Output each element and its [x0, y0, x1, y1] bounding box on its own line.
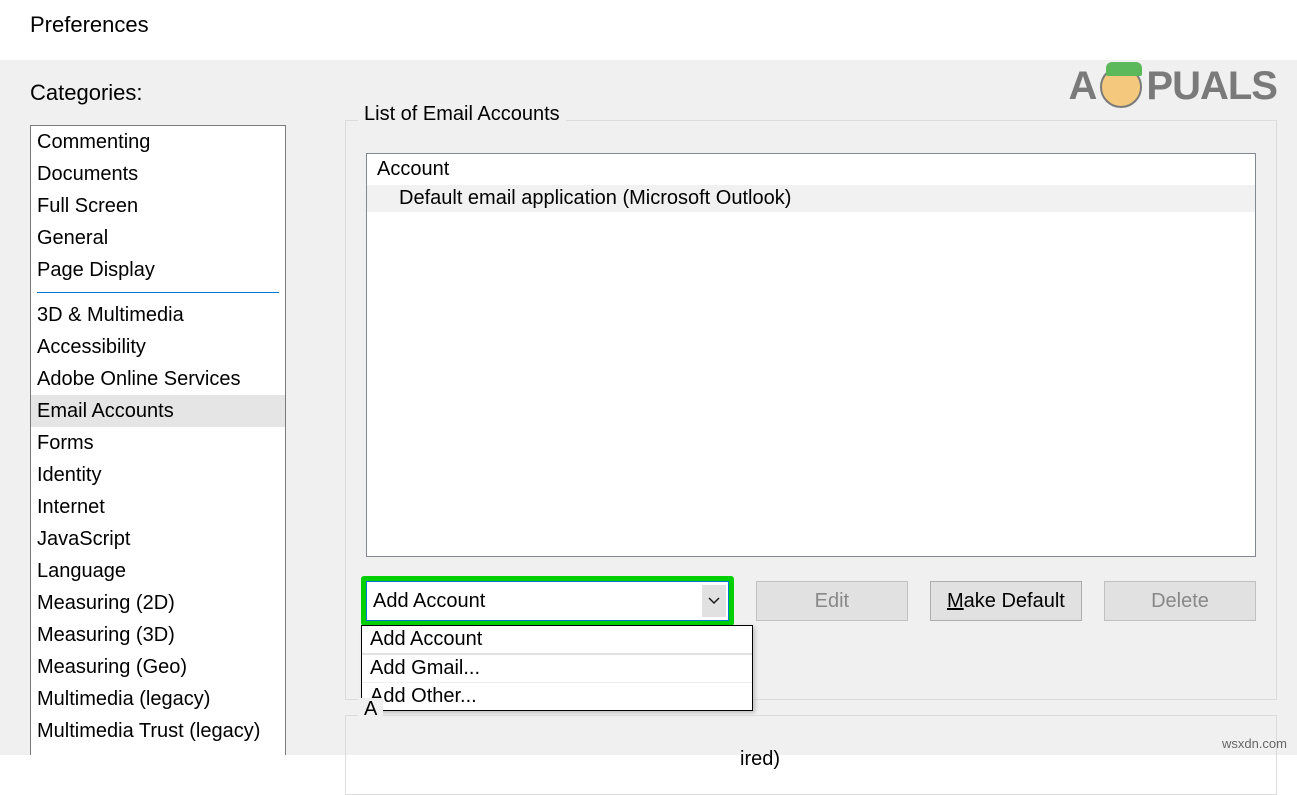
category-javascript[interactable]: JavaScript [31, 523, 285, 555]
second-groupbox: A ired) [345, 715, 1277, 795]
make-default-button[interactable]: Make Default [930, 581, 1082, 621]
category-measuring-3d[interactable]: Measuring (3D) [31, 619, 285, 651]
account-list-header: Account [367, 154, 1255, 185]
second-groupbox-label: A [358, 698, 383, 721]
category-full-screen[interactable]: Full Screen [31, 190, 285, 222]
window-title: Preferences [0, 0, 1297, 38]
button-row: Add Account Add Account Add Gmail... Add… [366, 581, 1256, 626]
add-account-popup[interactable]: Add Account Add Gmail... Add Other... [361, 625, 753, 711]
account-list[interactable]: Account Default email application (Micro… [366, 153, 1256, 557]
watermark-logo: A PUALS [1069, 64, 1277, 109]
category-page-display[interactable]: Page Display [31, 254, 285, 286]
add-account-highlight: Add Account Add Account Add Gmail... Add… [361, 576, 734, 626]
category-measuring-geo[interactable]: Measuring (Geo) [31, 651, 285, 683]
content-area: Categories: Commenting Documents Full Sc… [0, 60, 1297, 755]
dropdown-option-add-other[interactable]: Add Other... [362, 683, 752, 710]
chevron-down-icon[interactable] [702, 585, 726, 617]
watermark-post: PUALS [1146, 64, 1277, 109]
categories-label: Categories: [30, 80, 143, 106]
category-adobe-online[interactable]: Adobe Online Services [31, 363, 285, 395]
category-multimedia-legacy[interactable]: Multimedia (legacy) [31, 683, 285, 715]
email-accounts-groupbox: List of Email Accounts Account Default e… [345, 120, 1277, 700]
category-accessibility[interactable]: Accessibility [31, 331, 285, 363]
groupbox-label: List of Email Accounts [358, 103, 566, 126]
delete-button[interactable]: Delete [1104, 581, 1256, 621]
category-general[interactable]: General [31, 222, 285, 254]
edit-button[interactable]: Edit [756, 581, 908, 621]
watermark-head-icon [1100, 66, 1142, 108]
source-label: wsxdn.com [1222, 736, 1287, 751]
category-multimedia-trust-legacy[interactable]: Multimedia Trust (legacy) [31, 715, 285, 747]
watermark-pre: A [1069, 64, 1097, 109]
category-commenting[interactable]: Commenting [31, 126, 285, 158]
categories-listbox[interactable]: Commenting Documents Full Screen General… [30, 125, 286, 755]
add-account-dropdown[interactable]: Add Account [366, 581, 729, 621]
category-internet[interactable]: Internet [31, 491, 285, 523]
category-identity[interactable]: Identity [31, 459, 285, 491]
dropdown-option-add-account[interactable]: Add Account [362, 626, 752, 655]
peek-text-fragment: ired) [740, 748, 780, 771]
category-measuring-2d[interactable]: Measuring (2D) [31, 587, 285, 619]
category-email-accounts[interactable]: Email Accounts [31, 395, 285, 427]
category-language[interactable]: Language [31, 555, 285, 587]
category-3d-multimedia[interactable]: 3D & Multimedia [31, 299, 285, 331]
account-row-default[interactable]: Default email application (Microsoft Out… [367, 185, 1255, 212]
category-forms[interactable]: Forms [31, 427, 285, 459]
category-divider [37, 292, 279, 293]
dropdown-selected-label: Add Account [373, 590, 485, 613]
category-documents[interactable]: Documents [31, 158, 285, 190]
dropdown-option-add-gmail[interactable]: Add Gmail... [362, 655, 752, 683]
